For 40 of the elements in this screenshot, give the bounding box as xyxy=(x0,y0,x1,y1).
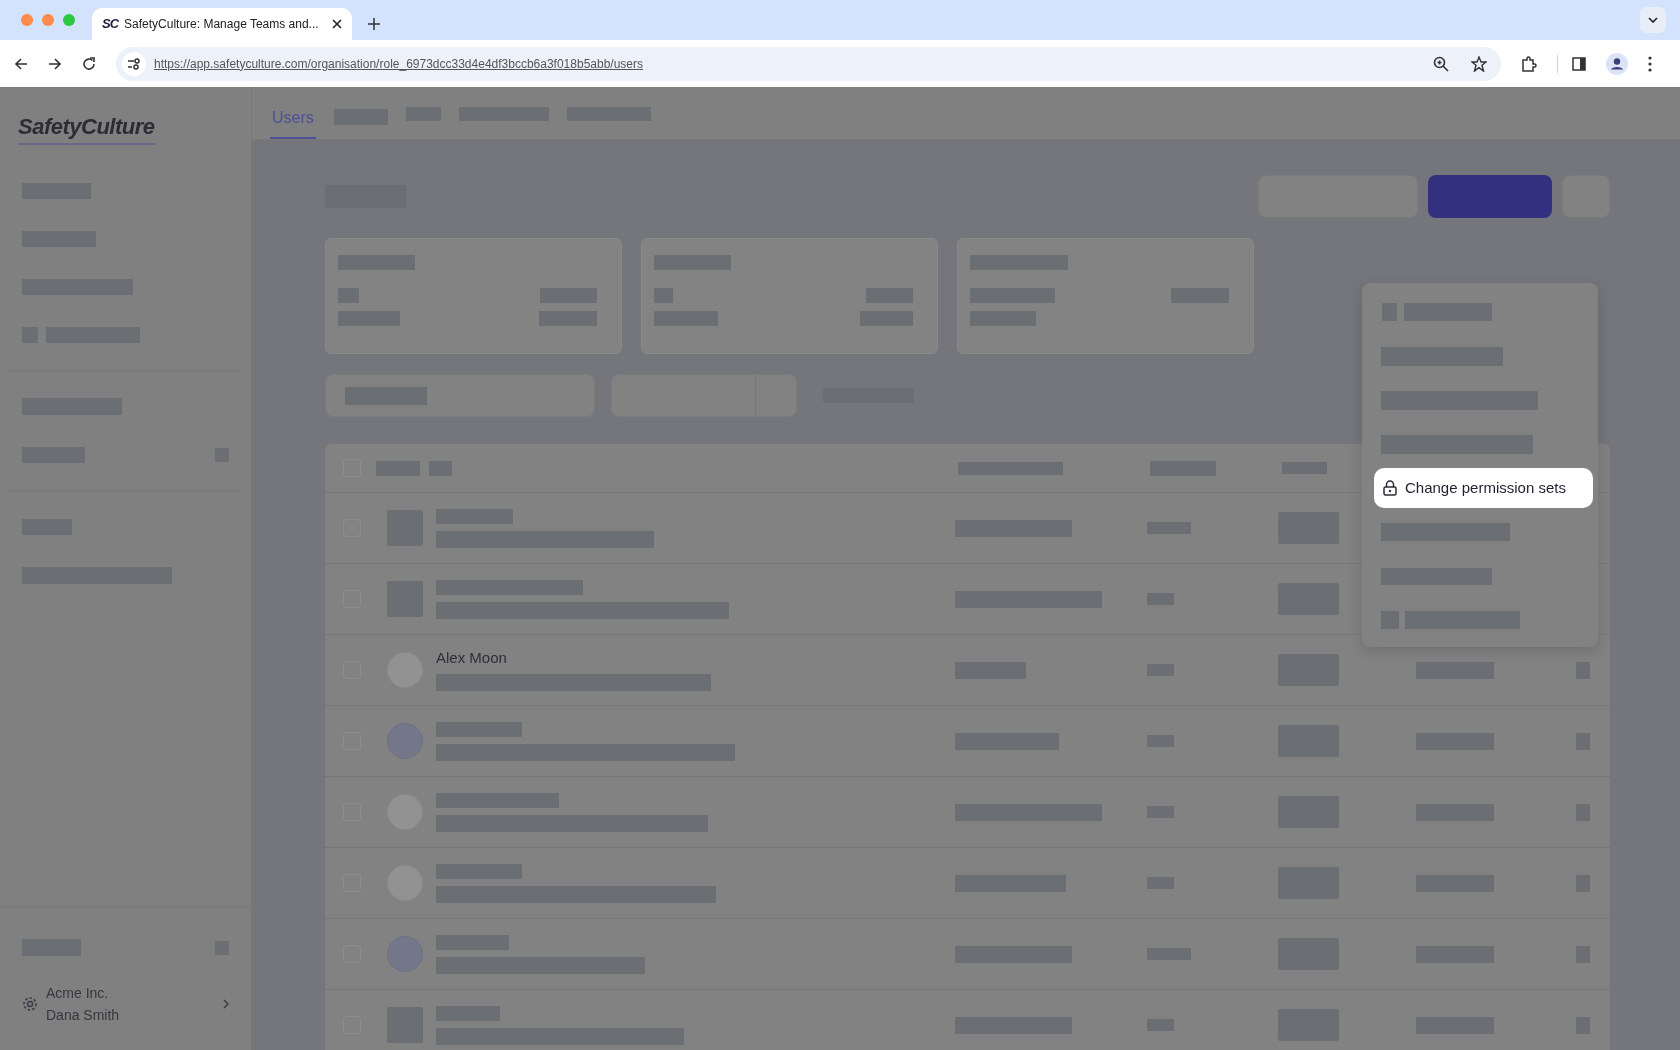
redacted-bar xyxy=(970,311,1036,326)
address-bar[interactable]: https://app.safetyculture.com/organisation/role_6973dcc33d4e4df3bccb6a3f018b5abb/users xyxy=(116,46,1501,81)
redacted-bar xyxy=(539,311,597,326)
url-link[interactable]: https://app.safetyculture.com/organisation/role_6973dcc33d4e4df3bccb6a3f018b5abb/users xyxy=(154,54,643,73)
browser-tab[interactable]: SC SafetyCulture: Manage Teams and... xyxy=(92,8,352,40)
back-icon[interactable] xyxy=(14,56,28,71)
chevron-down-icon xyxy=(1648,17,1658,23)
redacted-bar xyxy=(338,288,359,303)
redacted-bar xyxy=(866,288,913,303)
primary-button[interactable] xyxy=(1428,175,1552,218)
forward-icon[interactable] xyxy=(48,56,62,71)
close-icon[interactable] xyxy=(332,19,342,29)
redacted-bar xyxy=(654,288,673,303)
reload-icon[interactable] xyxy=(82,56,96,71)
extensions-icon[interactable] xyxy=(1521,55,1537,72)
lock-icon xyxy=(1383,480,1397,496)
menu-item-highlighted[interactable]: Change permission sets xyxy=(1374,468,1593,508)
site-settings-icon[interactable] xyxy=(127,57,141,70)
user-name: Dana Smith xyxy=(46,1006,120,1025)
redacted-icon xyxy=(1576,661,1590,679)
settings-icon xyxy=(22,996,38,1012)
more-icon[interactable] xyxy=(1648,55,1652,72)
zoom-icon[interactable] xyxy=(1433,55,1449,72)
side-panel-icon[interactable] xyxy=(1572,56,1586,71)
star-icon[interactable] xyxy=(1471,55,1487,72)
tab-title: SafetyCulture: Manage Teams and... xyxy=(124,16,319,33)
redacted-bar xyxy=(1171,288,1229,303)
redacted-bar xyxy=(860,311,913,326)
redacted-bar xyxy=(654,311,718,326)
profile-icon[interactable] xyxy=(1606,52,1628,75)
chevron-right-icon xyxy=(223,999,229,1009)
user-name: Alex Moon xyxy=(436,649,508,667)
favicon: SC xyxy=(102,15,119,34)
redacted-bar xyxy=(540,288,597,303)
menu-item-label: Change permission sets xyxy=(1405,477,1566,498)
organisation-name: Acme Inc. xyxy=(46,984,110,1003)
redacted-bar xyxy=(338,311,400,326)
logo: SafetyCulture xyxy=(18,109,155,145)
new-tab-icon[interactable] xyxy=(368,18,380,30)
tab-list-button[interactable] xyxy=(1640,7,1666,33)
